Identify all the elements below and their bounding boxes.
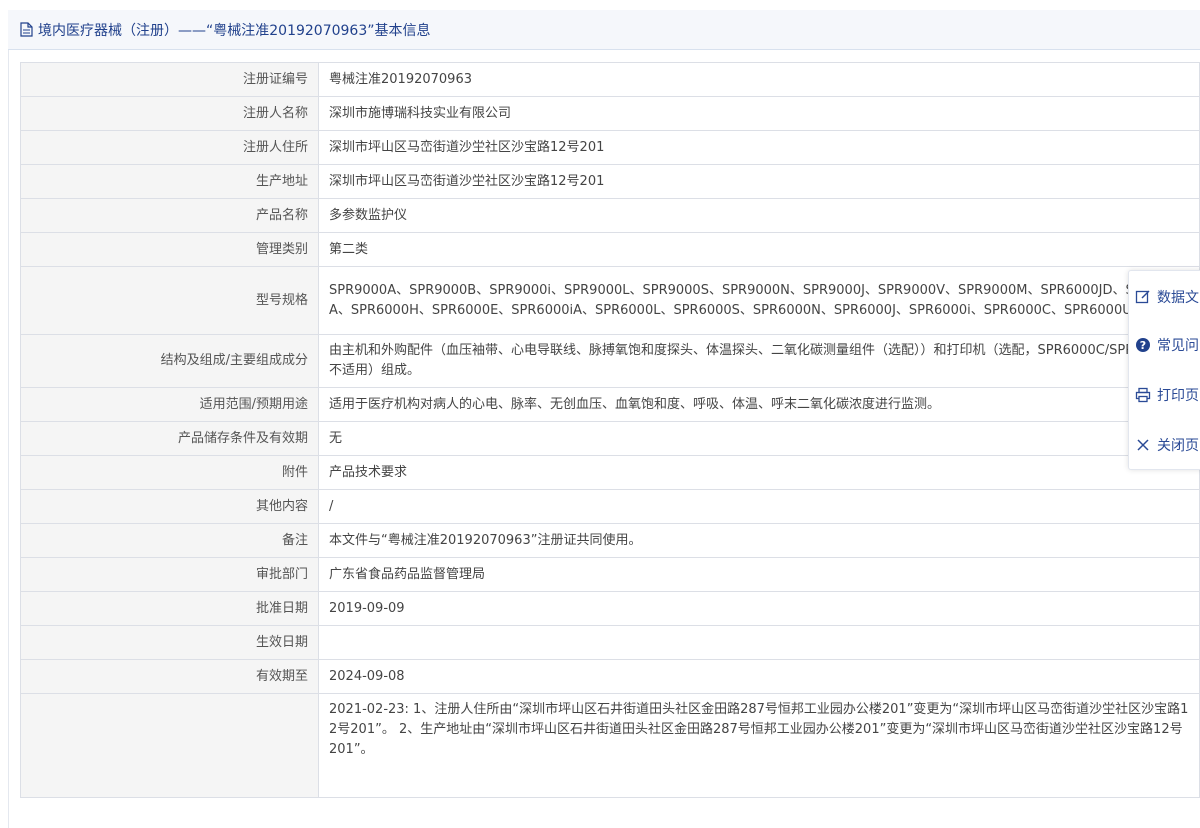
table-row: 产品名称 多参数监护仪 xyxy=(20,198,1200,233)
row-label: 有效期至 xyxy=(20,659,319,694)
table-row: 生效日期 xyxy=(20,625,1200,660)
row-label: 生产地址 xyxy=(20,164,319,199)
top-strip xyxy=(0,0,1200,10)
sidebar-item-label: 打印页 xyxy=(1157,388,1199,404)
table-row: 有效期至 2024-09-08 xyxy=(20,659,1200,694)
row-value: 第二类 xyxy=(318,232,1200,267)
row-label: 结构及组成/主要组成成分 xyxy=(20,334,319,388)
sidebar-item-print[interactable]: 打印页 xyxy=(1129,373,1200,417)
table-row: 生产地址 深圳市坪山区马峦街道沙坣社区沙宝路12号201 xyxy=(20,164,1200,199)
row-label: 其他内容 xyxy=(20,489,319,524)
table-row: 注册证编号 粤械注准20192070963 xyxy=(20,62,1200,97)
document-icon xyxy=(20,21,34,38)
table-row: 其他内容 / xyxy=(20,489,1200,524)
row-value: 粤械注准20192070963 xyxy=(318,62,1200,97)
sidebar-item-label: 数据文 xyxy=(1157,290,1199,306)
row-label: 适用范围/预期用途 xyxy=(20,387,319,422)
edit-icon xyxy=(1135,290,1150,304)
row-value: SPR9000A、SPR9000B、SPR9000i、SPR9000L、SPR9… xyxy=(318,266,1200,335)
table-row: 注册人名称 深圳市施博瑞科技实业有限公司 xyxy=(20,96,1200,131)
row-label: 注册人住所 xyxy=(20,130,319,165)
info-table: 注册证编号 粤械注准20192070963 注册人名称 深圳市施博瑞科技实业有限… xyxy=(20,62,1200,798)
row-label: 型号规格 xyxy=(20,266,319,335)
sidebar-item-close[interactable]: 关闭页 xyxy=(1129,423,1200,467)
close-icon xyxy=(1137,439,1149,451)
question-icon: ? xyxy=(1136,338,1150,352)
row-value: / xyxy=(318,489,1200,524)
row-value: 2024-09-08 xyxy=(318,659,1200,694)
row-label: 产品名称 xyxy=(20,198,319,233)
row-value: 适用于医疗机构对病人的心电、脉率、无创血压、血氧饱和度、呼吸、体温、呼末二氧化碳… xyxy=(318,387,1200,422)
table-row: 注册人住所 深圳市坪山区马峦街道沙坣社区沙宝路12号201 xyxy=(20,130,1200,165)
sidebar-item-data[interactable]: 数据文 xyxy=(1129,275,1200,319)
page-header: 境内医疗器械（注册）——“粤械注准20192070963”基本信息 xyxy=(8,10,1200,50)
row-label: 产品储存条件及有效期 xyxy=(20,421,319,456)
table-row: 批准日期 2019-09-09 xyxy=(20,591,1200,626)
table-row: 备注 本文件与“粤械注准20192070963”注册证共同使用。 xyxy=(20,523,1200,558)
print-icon xyxy=(1135,387,1151,403)
row-label: 附件 xyxy=(20,455,319,490)
table-row: 附件 产品技术要求 xyxy=(20,455,1200,490)
table-row: 适用范围/预期用途 适用于医疗机构对病人的心电、脉率、无创血压、血氧饱和度、呼吸… xyxy=(20,387,1200,422)
row-label: 审批部门 xyxy=(20,557,319,592)
row-value: 深圳市施博瑞科技实业有限公司 xyxy=(318,96,1200,131)
table-row: 2021-02-23: 1、注册人住所由“深圳市坪山区石井街道田头社区金田路28… xyxy=(20,693,1200,798)
row-value: 广东省食品药品监督管理局 xyxy=(318,557,1200,592)
row-label: 管理类别 xyxy=(20,232,319,267)
table-row: 型号规格 SPR9000A、SPR9000B、SPR9000i、SPR9000L… xyxy=(20,266,1200,335)
change-history-value: 2021-02-23: 1、注册人住所由“深圳市坪山区石井街道田头社区金田路28… xyxy=(318,693,1200,798)
row-label: 生效日期 xyxy=(20,625,319,660)
row-label xyxy=(20,693,319,798)
row-value: 无 xyxy=(318,421,1200,456)
table-row: 审批部门 广东省食品药品监督管理局 xyxy=(20,557,1200,592)
row-value: 由主机和外购配件（血压袖带、心电导联线、脉搏氧饱和度探头、体温探头、二氧化碳测量… xyxy=(318,334,1200,388)
floating-sidebar: 数据文 ? 常见问 打印页 关闭页 xyxy=(1128,270,1200,470)
table-row: 结构及组成/主要组成成分 由主机和外购配件（血压袖带、心电导联线、脉搏氧饱和度探… xyxy=(20,334,1200,388)
row-label: 批准日期 xyxy=(20,591,319,626)
row-label: 注册人名称 xyxy=(20,96,319,131)
row-value: 多参数监护仪 xyxy=(318,198,1200,233)
table-row: 管理类别 第二类 xyxy=(20,232,1200,267)
row-label: 备注 xyxy=(20,523,319,558)
sidebar-item-faq[interactable]: ? 常见问 xyxy=(1129,323,1200,367)
row-label: 注册证编号 xyxy=(20,62,319,97)
table-row: 产品储存条件及有效期 无 xyxy=(20,421,1200,456)
sidebar-item-label: 常见问 xyxy=(1157,338,1199,354)
row-value xyxy=(318,625,1200,660)
row-value: 2019-09-09 xyxy=(318,591,1200,626)
svg-text:?: ? xyxy=(1140,339,1146,352)
row-value: 深圳市坪山区马峦街道沙坣社区沙宝路12号201 xyxy=(318,130,1200,165)
row-value: 深圳市坪山区马峦街道沙坣社区沙宝路12号201 xyxy=(318,164,1200,199)
row-value: 产品技术要求 xyxy=(318,455,1200,490)
sidebar-item-label: 关闭页 xyxy=(1157,438,1199,454)
page-title: 境内医疗器械（注册）——“粤械注准20192070963”基本信息 xyxy=(38,22,431,39)
row-value: 本文件与“粤械注准20192070963”注册证共同使用。 xyxy=(318,523,1200,558)
